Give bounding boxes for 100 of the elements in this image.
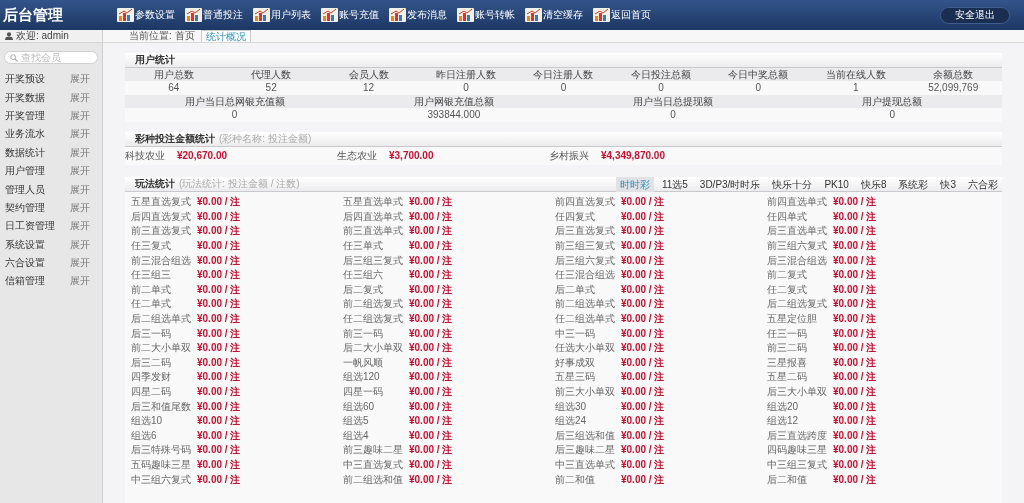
play-label: 组选12 [767,416,800,427]
play-label: 中三一码 [555,328,596,339]
play-label: 五星二码 [767,372,808,383]
column-header: 当前在线人数 [824,68,887,81]
nav-link[interactable]: 清空缓存 [525,8,593,22]
nav-link[interactable]: 发布消息 [389,8,457,22]
logout-button[interactable]: 安全退出 [940,6,1010,24]
play-value: ¥0.00 / 注 [197,445,241,456]
expand-link[interactable]: 展开 [70,129,90,140]
chart-icon [593,8,610,22]
play-label: 后二复式 [343,284,384,295]
play-label: 中三组三复式 [767,460,828,470]
play-value: ¥0.00 / 注 [197,460,241,470]
expand-link[interactable]: 展开 [70,276,90,287]
play-value: ¥0.00 / 注 [409,401,453,412]
expand-link[interactable]: 展开 [70,74,90,85]
menu-item[interactable]: 契约管理 [5,202,45,213]
lottery-tab[interactable]: PK10 [820,176,853,192]
play-value: ¥0.00 / 注 [833,328,877,339]
menu-item[interactable]: 系统设置 [5,239,45,250]
chart-icon [253,8,270,22]
expand-link[interactable]: 展开 [70,184,90,195]
expand-link[interactable]: 展开 [70,92,90,103]
play-value: ¥0.00 / 注 [197,314,241,325]
user-icon [5,32,13,40]
stat-value: ¥3,700.00 [389,151,434,161]
play-value: ¥0.00 / 注 [197,197,241,208]
expand-link[interactable]: 展开 [70,147,90,158]
play-value: ¥0.00 / 注 [833,372,877,383]
lottery-tab[interactable]: 六合彩 [964,176,1002,192]
play-label: 任选大小单双 [555,343,616,354]
section-title: 用户统计 [135,55,175,65]
play-value: ¥0.00 / 注 [833,270,877,281]
nav-link[interactable]: 返回首页 [593,8,661,22]
lottery-tab[interactable]: 系统彩 [894,176,933,192]
search-icon [10,53,18,62]
breadcrumb-text: 当前位置: 首页 [129,31,195,42]
lottery-tab[interactable]: 快3 [936,176,960,192]
chart-icon [185,8,202,22]
play-label: 组选10 [131,416,164,427]
nav-link[interactable]: 普通投注 [185,8,253,22]
chart-icon [525,8,542,22]
nav-link[interactable]: 账号转帐 [457,8,525,22]
play-value: ¥0.00 / 注 [197,401,241,412]
expand-link[interactable]: 展开 [70,110,90,121]
play-label: 后三趣味二星 [555,445,616,456]
menu-item[interactable]: 开奖预设 [5,74,45,85]
nav-link[interactable]: 用户列表 [253,8,321,22]
column-header: 用户网银充值总额 [412,95,495,108]
menu-item[interactable]: 开奖管理 [5,110,45,121]
column-header: 今日投注总额 [629,68,692,81]
menu-item[interactable]: 六合设置 [5,258,45,269]
stat-value: ¥20,670.00 [177,151,228,161]
table-cell-text: 0 [754,81,763,95]
lottery-tab[interactable]: 3D/P3/时时乐 [695,176,765,192]
menu-item[interactable]: 日工资管理 [5,221,55,232]
play-label: 后三直选跨度 [767,430,828,441]
play-label: 后三组六复式 [555,255,616,266]
play-value: ¥0.00 / 注 [833,357,877,368]
expand-link[interactable]: 展开 [70,239,90,250]
play-value: ¥0.00 / 注 [409,416,453,427]
expand-link[interactable]: 展开 [70,258,90,269]
play-label: 五星直选复式 [131,197,192,208]
column-header: 今日中奖总额 [727,68,790,81]
play-value: ¥0.00 / 注 [621,357,665,368]
menu-item[interactable]: 业务流水 [5,129,45,140]
expand-link[interactable]: 展开 [70,166,90,177]
nav-link[interactable]: 账号充值 [321,8,389,22]
play-value: ¥0.00 / 注 [409,343,453,354]
play-label: 后二组选单式 [131,314,192,325]
play-value: ¥0.00 / 注 [409,284,453,295]
expand-link[interactable]: 展开 [70,202,90,213]
expand-link[interactable]: 展开 [70,221,90,232]
breadcrumb-tab[interactable]: 统计概况 [200,30,251,42]
play-value: ¥0.00 / 注 [197,299,241,310]
lottery-tab[interactable]: 11选5 [657,176,692,192]
menu-item[interactable]: 信箱管理 [5,276,45,287]
nav-link[interactable]: 参数设置 [117,8,185,22]
table-cell-text: 0 [888,108,897,122]
stat-label: 生态农业 [337,151,378,161]
menu-item[interactable]: 管理人员 [5,184,45,195]
play-value: ¥0.00 / 注 [409,474,453,485]
play-label: 后三直选单式 [767,226,828,237]
menu-item[interactable]: 用户管理 [5,166,45,177]
play-label: 任四复式 [555,211,596,222]
lottery-tab[interactable]: 快乐8 [856,176,891,192]
play-value: ¥0.00 / 注 [621,328,665,339]
play-value: ¥0.00 / 注 [409,430,453,441]
play-value: ¥0.00 / 注 [833,299,877,310]
play-value: ¥0.00 / 注 [409,387,453,397]
play-label: 后三二码 [131,357,172,368]
menu-item[interactable]: 数据统计 [5,147,45,158]
play-value: ¥0.00 / 注 [409,445,453,456]
lottery-tab[interactable]: 快乐十分 [768,176,817,192]
menu-item[interactable]: 开奖数据 [5,92,45,103]
play-value: ¥0.00 / 注 [409,299,453,310]
table-cell-text: 64 [167,81,181,95]
play-label: 前三趣味二星 [343,445,404,456]
play-value: ¥0.00 / 注 [409,197,453,208]
play-value: ¥0.00 / 注 [621,401,665,412]
